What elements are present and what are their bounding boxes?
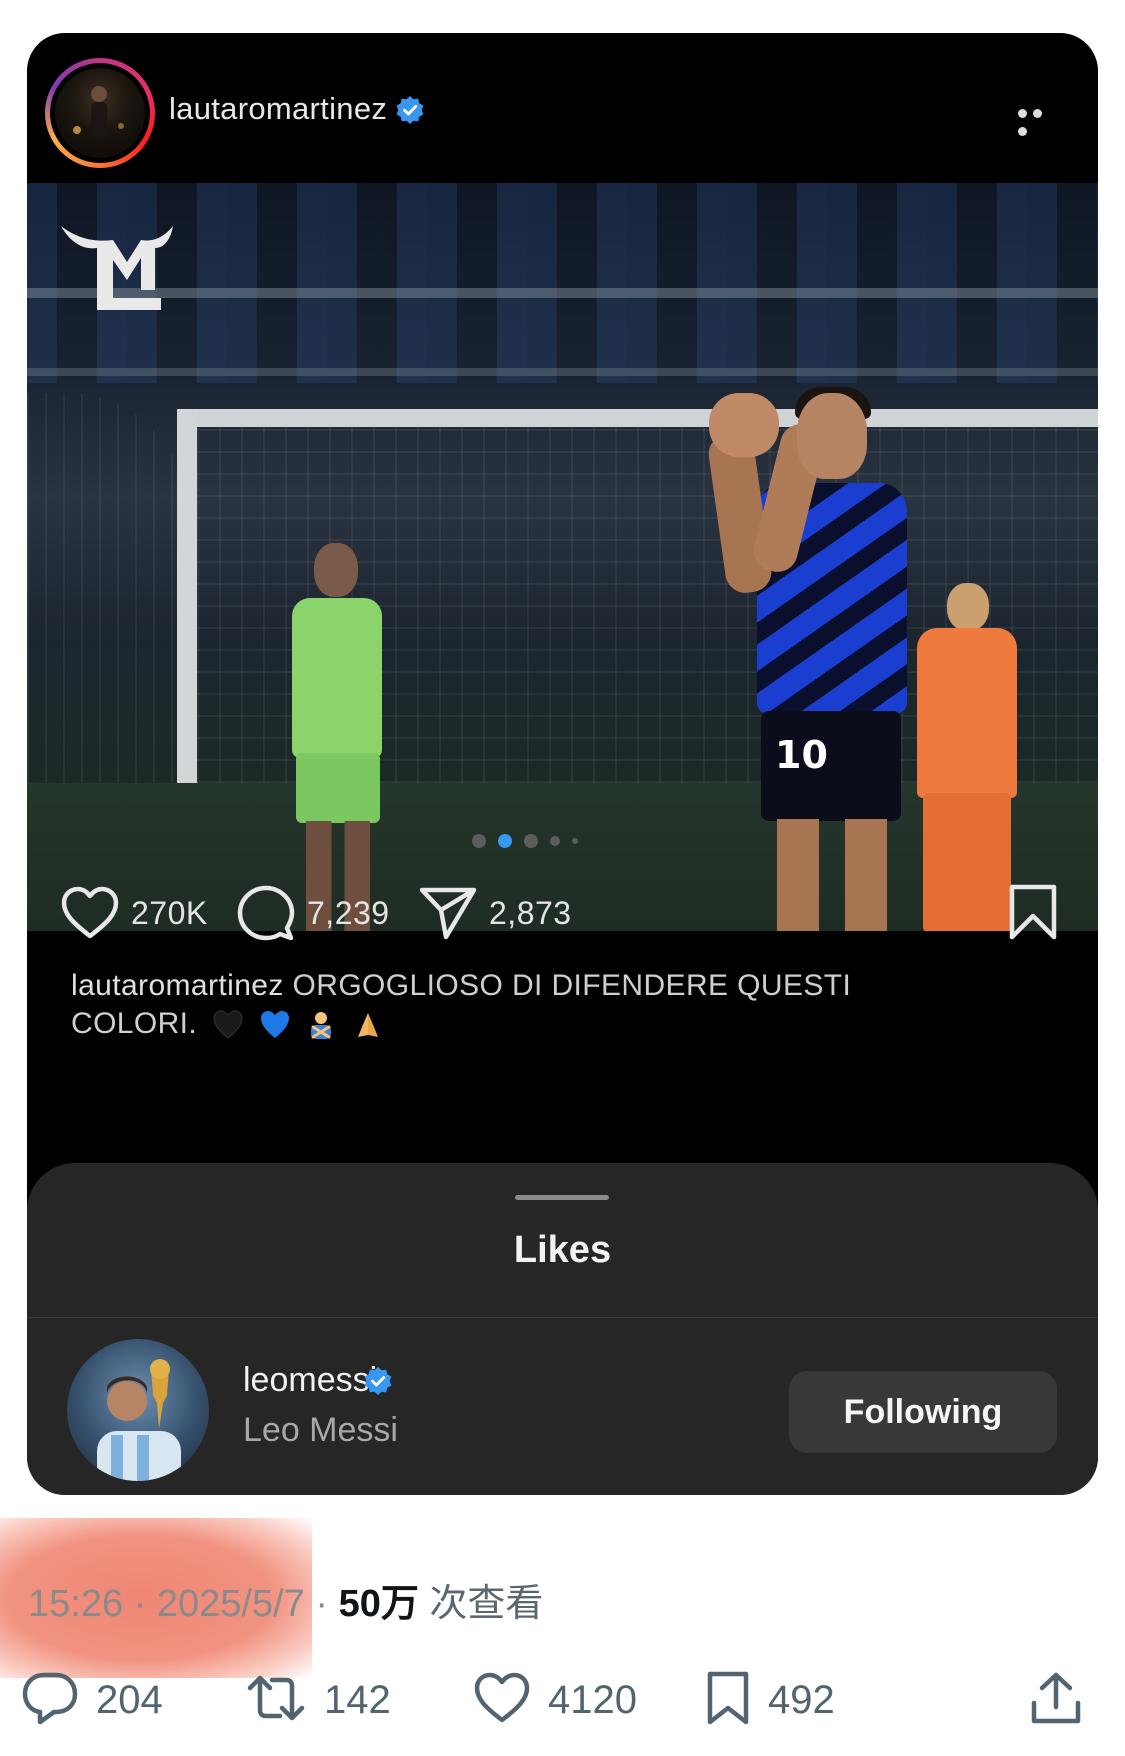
tweet-date[interactable]: 2025/5/7 [157, 1583, 305, 1625]
comment-action[interactable]: 7,239 [237, 873, 390, 953]
black-heart-emoji [213, 1010, 243, 1039]
carousel-dot [524, 834, 538, 848]
reply-button[interactable]: 204 [22, 1660, 163, 1740]
reply-icon [22, 1671, 78, 1730]
post-caption: lautaromartinez ORGOGLIOSO DI DIFENDERE … [71, 967, 971, 1043]
liker-avatar[interactable] [67, 1339, 209, 1481]
liker-full-name: Leo Messi [243, 1411, 398, 1449]
retweet-icon [246, 1672, 306, 1729]
instagram-post-screenshot: lautaromartinez 10 270K 7,239 2,873 laut… [27, 33, 1098, 1495]
post-header: lautaromartinez [27, 33, 1098, 183]
bookmark-count: 492 [768, 1677, 835, 1722]
post-author-avatar[interactable] [45, 58, 155, 168]
comment-icon [237, 884, 295, 942]
lautaro-player: 10 [697, 387, 927, 931]
sheet-grabber[interactable] [515, 1195, 609, 1200]
view-label: 次查看 [429, 1583, 544, 1625]
person-gesturing-no-emoji [311, 1012, 332, 1040]
likes-sheet-title: Likes [513, 1229, 612, 1271]
like-count: 4120 [548, 1677, 637, 1722]
like-count: 270K [131, 894, 208, 931]
send-icon [419, 885, 477, 941]
bookmark-icon [706, 1670, 750, 1731]
sheet-divider [27, 1317, 1098, 1318]
heart-icon [474, 1672, 530, 1729]
post-photo[interactable]: 10 [27, 183, 1098, 931]
carousel-dot [498, 834, 512, 848]
more-options-icon[interactable] [1018, 105, 1062, 136]
like-button[interactable]: 4120 [474, 1660, 637, 1740]
lm-brand-logo [61, 226, 173, 310]
tweet-time[interactable]: 15:26 [28, 1583, 123, 1625]
verified-badge-icon [363, 1366, 393, 1396]
share-count: 2,873 [489, 894, 572, 931]
retweet-count: 142 [324, 1677, 391, 1722]
tweet-action-bar: 204 142 4120 492 [0, 1660, 1125, 1740]
post-actions: 270K 7,239 2,873 [27, 873, 1098, 953]
meta-separator: · [315, 1583, 329, 1625]
likes-sheet: Likes leomessi Leo Messi Following [27, 1163, 1098, 1495]
carousel-indicator [472, 833, 632, 849]
like-action[interactable]: 270K [61, 873, 208, 953]
jersey-number: 10 [775, 733, 828, 777]
meta-separator: · [133, 1583, 147, 1625]
carousel-dot [472, 834, 486, 848]
bookmark-button[interactable]: 492 [706, 1660, 835, 1740]
reply-count: 204 [96, 1677, 163, 1722]
liker-username[interactable]: leomessi [243, 1361, 377, 1400]
retweet-button[interactable]: 142 [246, 1660, 391, 1740]
carousel-dot [550, 836, 560, 846]
post-username[interactable]: lautaromartinez [169, 91, 387, 127]
verified-badge-icon [395, 95, 425, 125]
folded-hands-emoji [358, 1013, 379, 1038]
tweet-meta: 15:26 · 2025/5/7 · 50万 次查看 [28, 1572, 543, 1627]
share-action[interactable]: 2,873 [419, 873, 572, 953]
bookmark-icon[interactable] [1008, 883, 1058, 946]
carousel-dot [572, 838, 578, 844]
heart-icon [61, 886, 119, 940]
view-count: 50万 [338, 1583, 419, 1625]
following-button[interactable]: Following [789, 1371, 1057, 1453]
share-icon [1030, 1671, 1082, 1730]
share-button[interactable] [1030, 1660, 1082, 1740]
caption-username[interactable]: lautaromartinez [71, 969, 284, 1002]
comment-count: 7,239 [307, 894, 390, 931]
blue-heart-emoji [260, 1011, 289, 1039]
